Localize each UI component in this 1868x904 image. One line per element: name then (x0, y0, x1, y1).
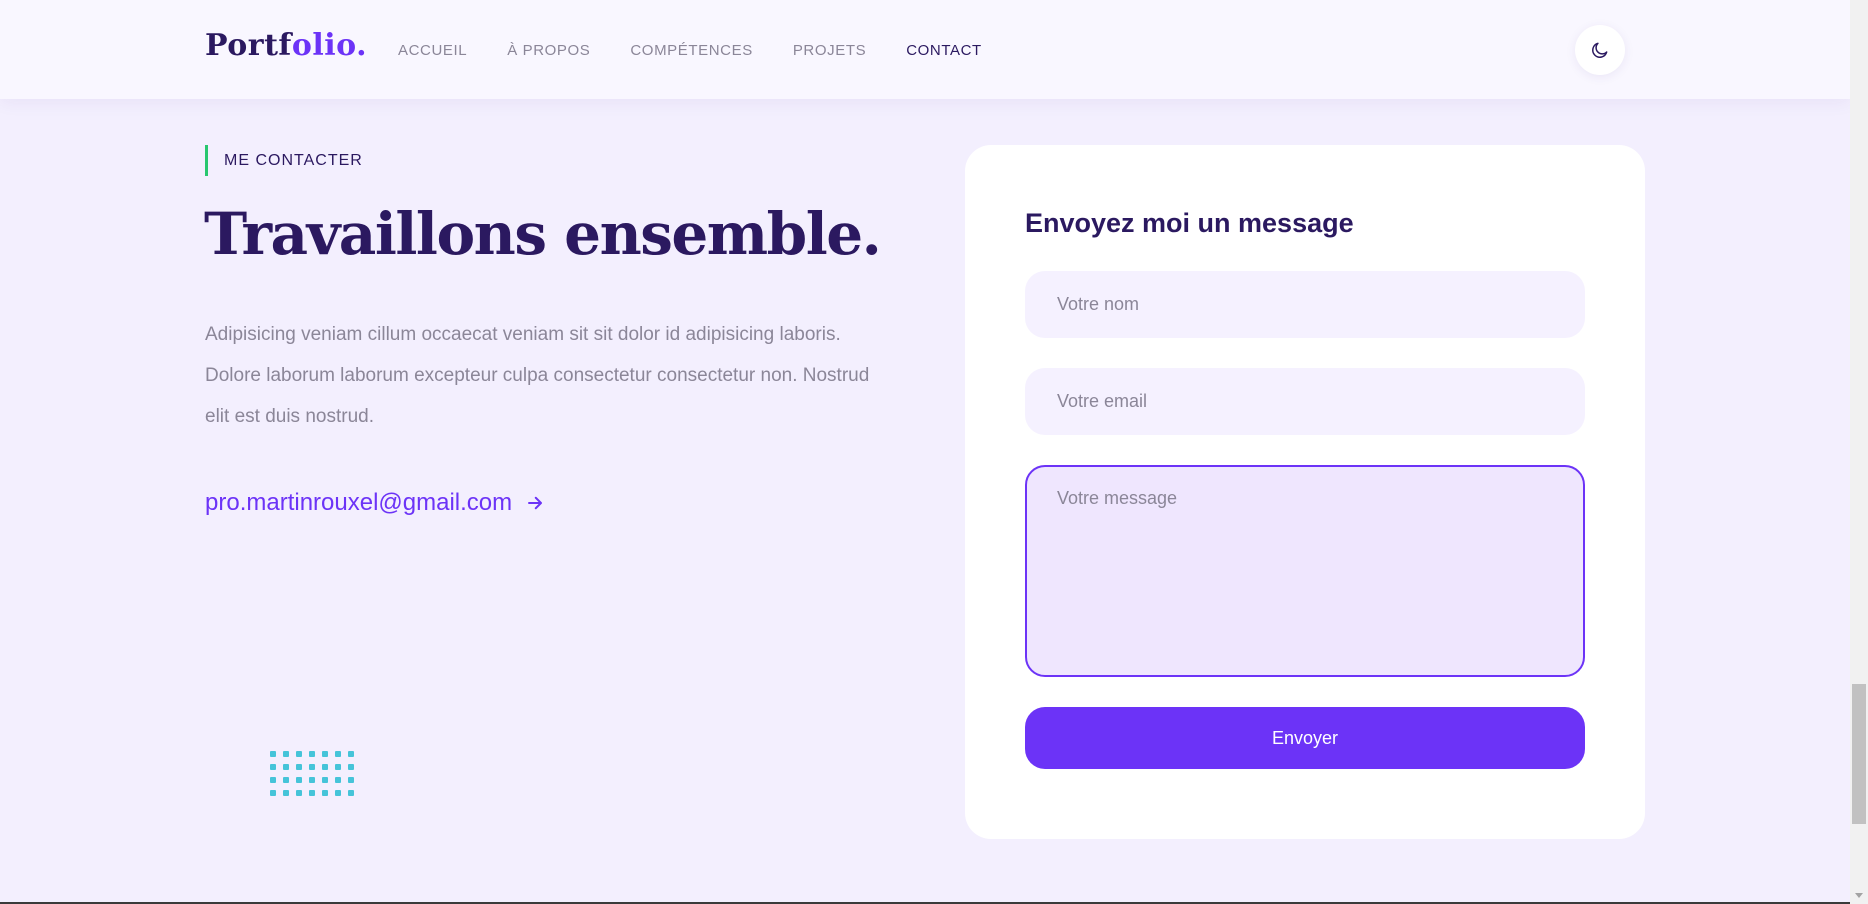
email-address: pro.martinrouxel@gmail.com (205, 489, 513, 516)
main-nav: ACCUEIL À PROPOS COMPÉTENCES PROJETS CON… (398, 42, 1022, 59)
vertical-scrollbar[interactable] (1850, 0, 1868, 904)
email-placeholder: Votre email (1057, 391, 1148, 411)
theme-toggle-button[interactable] (1575, 25, 1625, 75)
message-placeholder: Votre message (1057, 488, 1178, 508)
arrow-right-icon (528, 496, 543, 510)
scroll-down-arrow-icon[interactable] (1855, 893, 1863, 898)
nav-item-projets[interactable]: PROJETS (793, 42, 866, 59)
nav-item-a-propos[interactable]: À PROPOS (507, 42, 590, 59)
eyebrow-label: ME CONTACTER (224, 151, 363, 169)
name-placeholder: Votre nom (1057, 294, 1140, 314)
nav-item-contact[interactable]: CONTACT (906, 42, 982, 59)
logo-main: Portf (205, 28, 292, 63)
email-field[interactable]: Votre email (1025, 368, 1585, 435)
nav-item-competences[interactable]: COMPÉTENCES (630, 42, 752, 59)
nav-item-accueil[interactable]: ACCUEIL (398, 42, 467, 59)
decorative-dot-grid (270, 751, 354, 796)
logo[interactable]: Portfolio. (205, 28, 367, 63)
form-title: Envoyez moi un message (1025, 208, 1354, 238)
message-textarea[interactable]: Votre message (1025, 465, 1585, 677)
moon-icon (1592, 42, 1608, 58)
email-link[interactable]: pro.martinrouxel@gmail.com (205, 489, 544, 517)
page: Portfolio. ACCUEIL À PROPOS COMPÉTENCES … (0, 0, 1850, 904)
section-headline: Travaillons ensemble. (204, 200, 882, 268)
scrollbar-thumb[interactable] (1852, 684, 1866, 824)
send-button[interactable]: Envoyer (1025, 707, 1585, 769)
contact-form-card: Envoyez moi un message Votre nom Votre e… (965, 145, 1645, 839)
name-field[interactable]: Votre nom (1025, 271, 1585, 338)
section-eyebrow: ME CONTACTER (205, 145, 363, 176)
logo-accent: olio. (291, 28, 368, 63)
intro-paragraph: Adipisicing veniam cillum occaecat venia… (205, 324, 870, 427)
site-header: Portfolio. ACCUEIL À PROPOS COMPÉTENCES … (0, 0, 1850, 99)
